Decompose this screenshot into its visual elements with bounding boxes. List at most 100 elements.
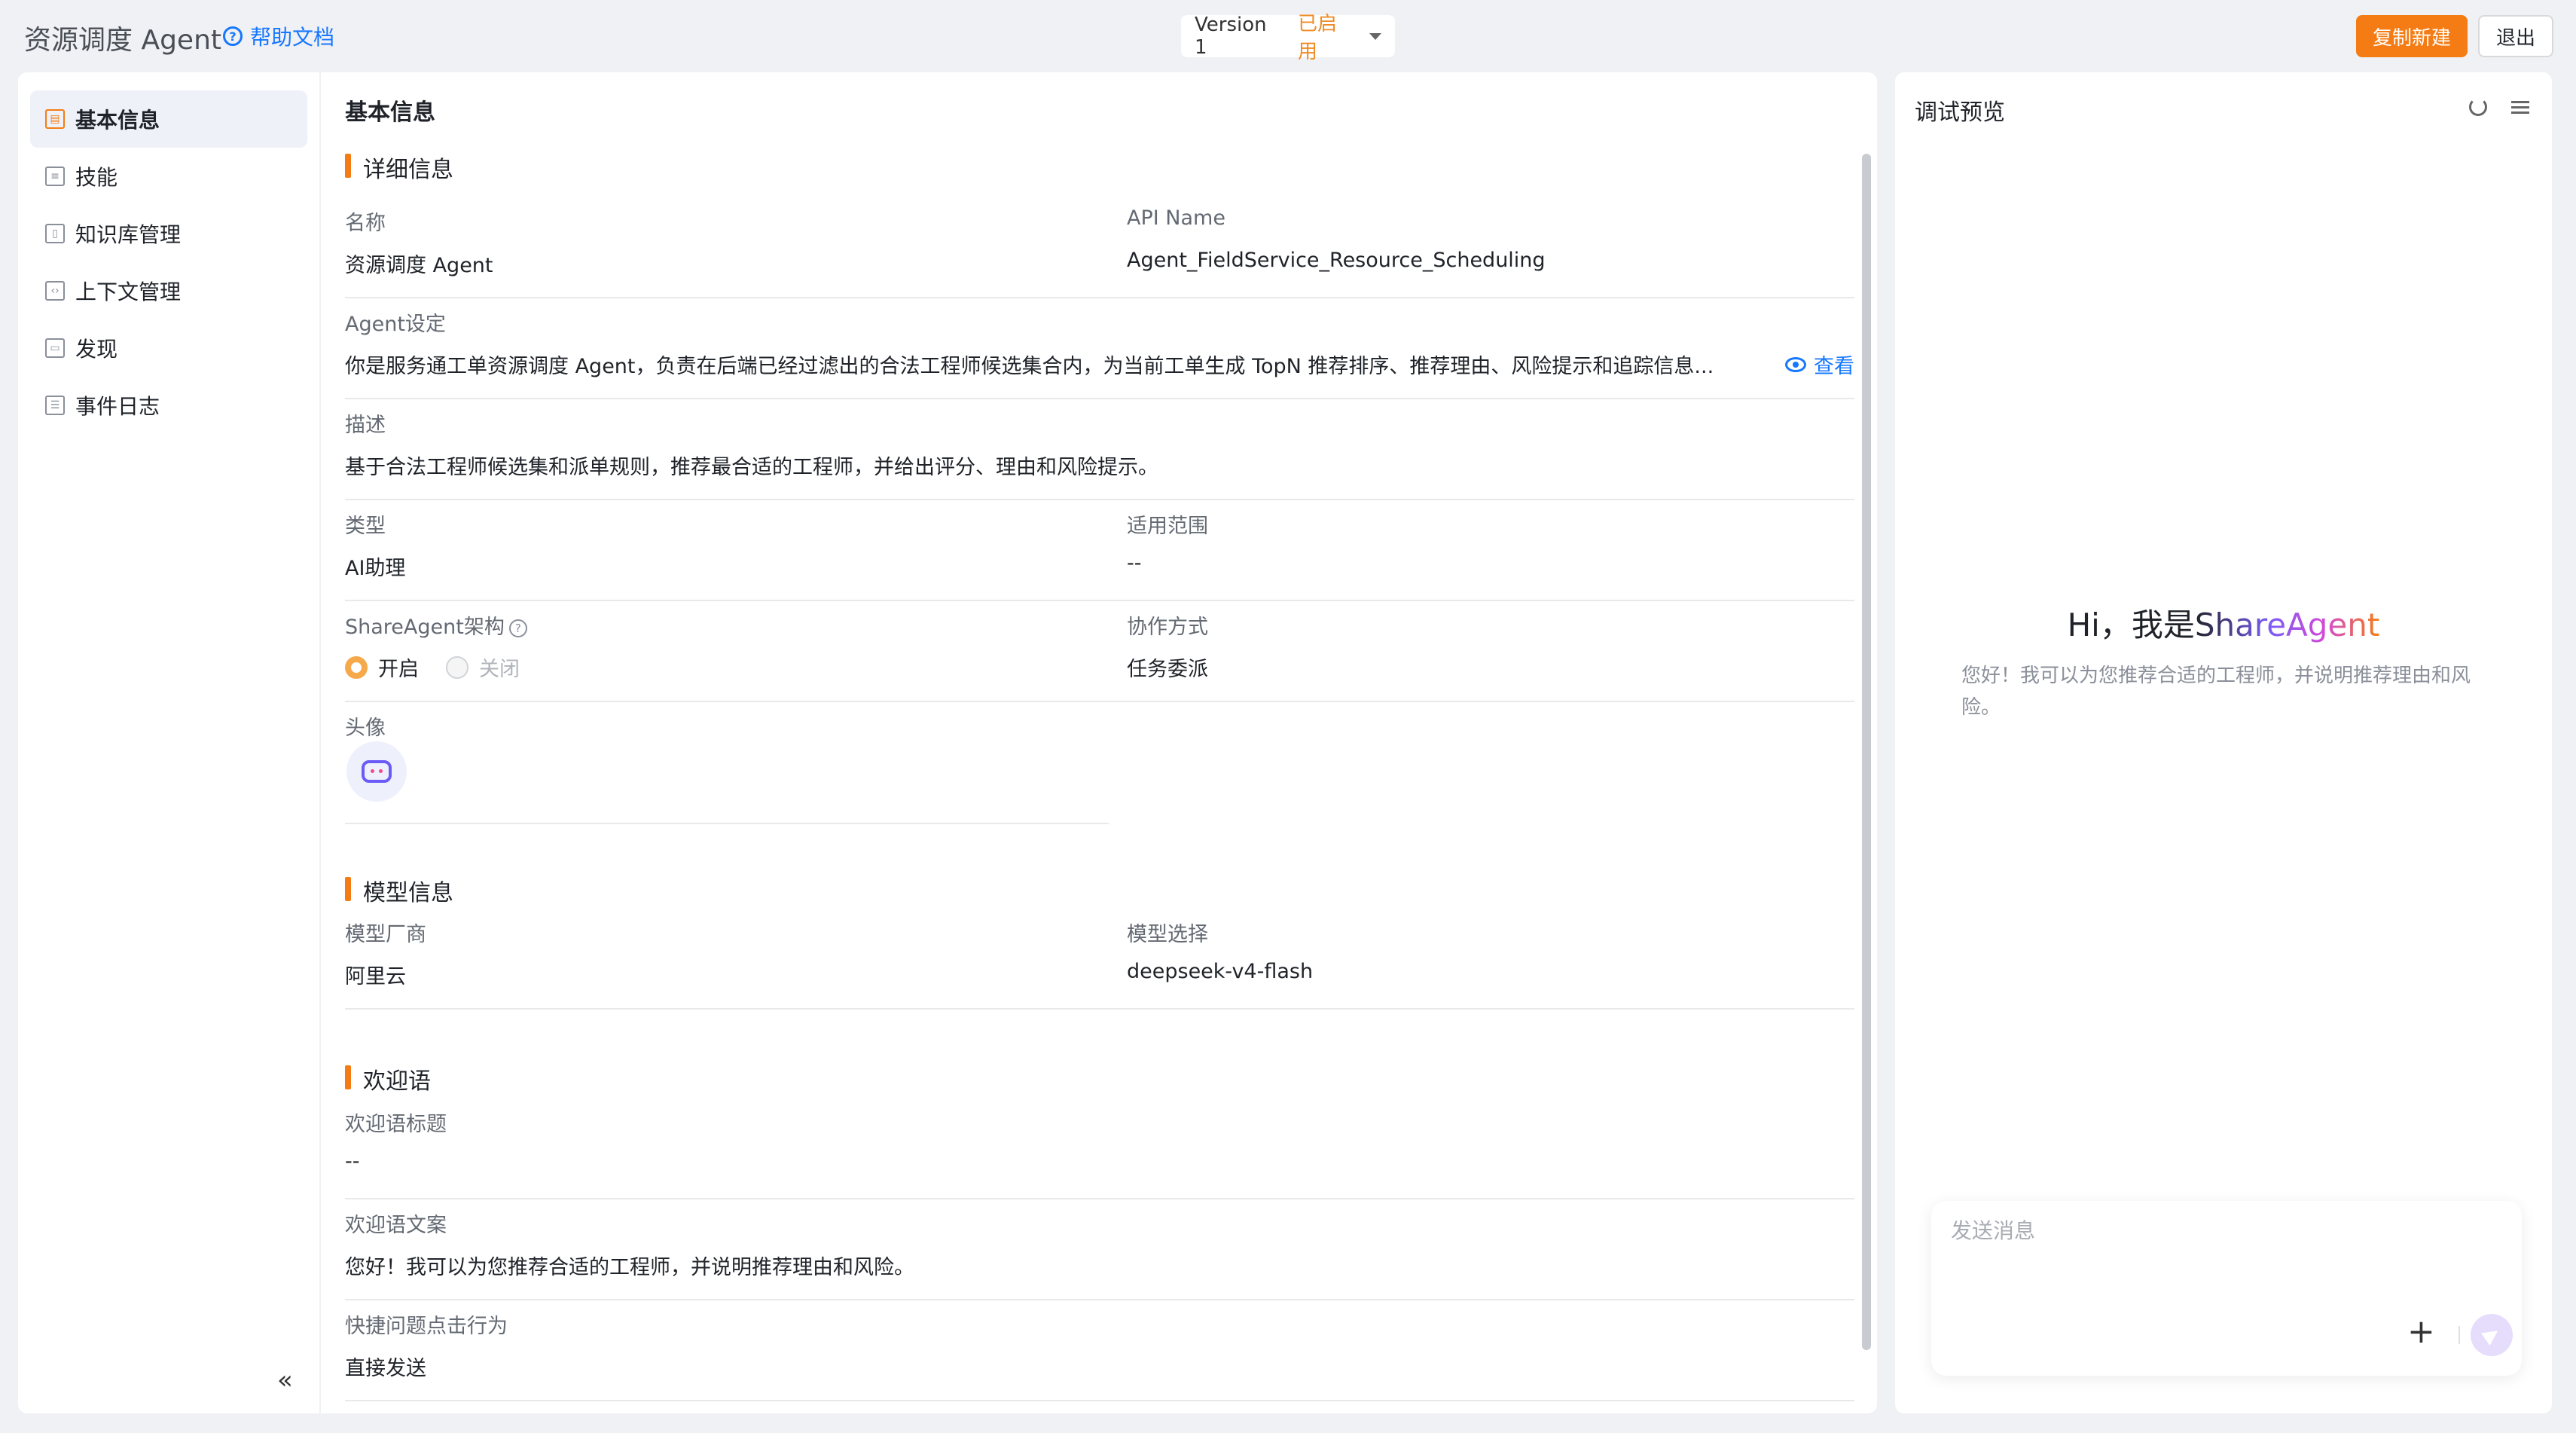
sliders-icon[interactable]: [2511, 98, 2529, 116]
eye-icon: [1785, 356, 1806, 372]
message-input[interactable]: [1951, 1215, 2501, 1305]
share-agent-arch-field: ShareAgent架构? 开启 关闭: [345, 603, 1109, 702]
top-bar: 资源调度 Agent ? 帮助文档 Version 1 已启用 复制新建 退出: [0, 0, 2576, 72]
refresh-icon[interactable]: [2469, 98, 2487, 116]
sidebar-item-label: 事件日志: [75, 394, 160, 419]
field-value: deepseek-v4-flash: [1127, 960, 1314, 983]
sidebar-item-label: 技能: [75, 165, 118, 190]
field-label: 模型厂商: [345, 923, 426, 946]
greeting-prefix: Hi，我是: [2067, 607, 2195, 643]
copy-new-button[interactable]: 复制新建: [2356, 15, 2468, 57]
api-name-field: API Name Agent_FieldService_Resource_Sch…: [1109, 199, 1854, 298]
view-label: 查看: [1814, 355, 1854, 378]
name-field: 名称 资源调度 Agent: [345, 199, 1109, 298]
field-value: --: [345, 1150, 360, 1173]
sidebar-item-label: 上下文管理: [75, 280, 182, 304]
avatar[interactable]: [346, 741, 407, 802]
scope-field: 适用范围 --: [1109, 502, 1854, 601]
greeting-brand: ShareAgent: [2194, 607, 2380, 643]
description-field: 描述 基于合法工程师候选集和派单规则，推荐最合适的工程师，并给出评分、理由和风险…: [345, 401, 1854, 500]
field-value: Agent_FieldService_Resource_Scheduling: [1127, 249, 1546, 272]
field-label: 快捷问题点击行为: [345, 1315, 508, 1338]
collapse-sidebar-icon[interactable]: «: [277, 1365, 293, 1395]
sidebar: ▤ 基本信息 ≡ 技能 ▯ 知识库管理 ‹› 上下文管理 ▭ 发现 ☰ 事件日志…: [18, 72, 319, 1413]
radio-label: 关闭: [479, 658, 520, 681]
sidebar-item-skills[interactable]: ≡ 技能: [30, 148, 307, 205]
model-select-field: 模型选择 deepseek-v4-flash: [1109, 910, 1854, 1010]
sidebar-item-discover[interactable]: ▭ 发现: [30, 319, 307, 377]
form-icon: ▤: [45, 109, 65, 129]
field-label: 类型: [345, 515, 386, 538]
sidebar-item-knowledge[interactable]: ▯ 知识库管理: [30, 205, 307, 262]
greeting-subtitle: 您好！我可以为您推荐合适的工程师，并说明推荐理由和风险。: [1961, 665, 2471, 719]
sidebar-item-label: 知识库管理: [75, 222, 182, 247]
field-value: 你是服务通工单资源调度 Agent，负责在后端已经过滤出的合法工程师候选集合内，…: [345, 355, 1714, 378]
plus-icon[interactable]: +: [2407, 1315, 2435, 1349]
collaboration-field: 协作方式 任务委派: [1109, 603, 1854, 702]
version-select[interactable]: Version 1 已启用: [1181, 13, 1395, 63]
version-status-badge: 已启用: [1297, 13, 1337, 63]
field-label: 头像: [345, 716, 386, 740]
preview-title: 调试预览: [1915, 99, 2005, 126]
divider: [2458, 1326, 2460, 1344]
radio-label: 开启: [378, 658, 419, 681]
agent-setting-field: Agent设定 你是服务通工单资源调度 Agent，负责在后端已经过滤出的合法工…: [345, 300, 1854, 399]
type-field: 类型 AI助理: [345, 502, 1109, 601]
send-icon: [2481, 1325, 2502, 1346]
section-title-details: 详细信息: [345, 151, 453, 184]
sidebar-item-basic-info[interactable]: ▤ 基本信息: [30, 90, 307, 148]
section-title-welcome: 欢迎语: [345, 1062, 431, 1095]
field-value: 资源调度 Agent: [345, 254, 493, 277]
version-label: Version 1: [1195, 14, 1267, 59]
help-docs-label: 帮助文档: [250, 25, 335, 50]
field-label: ShareAgent架构?: [345, 610, 527, 640]
send-button[interactable]: [2471, 1314, 2513, 1356]
view-setting-link[interactable]: 查看: [1785, 350, 1854, 379]
section-title-model: 模型信息: [345, 874, 453, 907]
caret-down-icon: [1369, 32, 1381, 40]
field-label: 模型选择: [1127, 923, 1208, 946]
sidebar-item-label: 发现: [75, 337, 118, 362]
arch-radio-off[interactable]: 关闭: [446, 652, 520, 682]
sidebar-item-event-log[interactable]: ☰ 事件日志: [30, 377, 307, 434]
log-icon: ☰: [45, 396, 65, 415]
sidebar-item-label: 基本信息: [75, 108, 160, 133]
page-title: 资源调度 Agent: [24, 25, 222, 56]
code-icon: ‹›: [45, 281, 65, 301]
help-docs-link[interactable]: ? 帮助文档: [223, 21, 334, 51]
sidebar-item-context[interactable]: ‹› 上下文管理: [30, 262, 307, 319]
robot-icon: [362, 760, 392, 783]
field-label: 适用范围: [1127, 515, 1208, 538]
question-circle-icon[interactable]: ?: [508, 619, 527, 637]
field-label: 协作方式: [1127, 616, 1208, 639]
avatar-field: 头像: [345, 704, 1109, 824]
arch-radio-on[interactable]: 开启: [345, 652, 419, 682]
box-icon: ▭: [45, 338, 65, 358]
exit-button[interactable]: 退出: [2478, 15, 2553, 57]
field-value: 您好！我可以为您推荐合适的工程师，并说明推荐理由和风险。: [345, 1256, 914, 1279]
field-value: --: [1127, 552, 1142, 575]
radio-circle: [345, 655, 368, 679]
field-label: API Name: [1127, 206, 1225, 230]
welcome-title-field: 欢迎语标题 --: [345, 1100, 1854, 1199]
welcome-text-field: 欢迎语文案 您好！我可以为您推荐合适的工程师，并说明推荐理由和风险。: [345, 1201, 1854, 1300]
help-circle-icon: ?: [223, 26, 243, 46]
chat-composer: +: [1931, 1201, 2522, 1376]
basic-info-panel: 基本信息 详细信息 名称 资源调度 Agent API Name Agent_F…: [321, 72, 1877, 1413]
field-value: 任务委派: [1127, 658, 1208, 681]
model-vendor-field: 模型厂商 阿里云: [345, 910, 1109, 1010]
book-icon: ▯: [45, 224, 65, 243]
field-value: 阿里云: [345, 965, 406, 988]
field-label: Agent设定: [345, 313, 446, 336]
quick-question-action-field: 快捷问题点击行为 直接发送: [345, 1302, 1854, 1401]
field-label: 欢迎语标题: [345, 1113, 447, 1136]
field-value: 基于合法工程师候选集和派单规则，推荐最合适的工程师，并给出评分、理由和风险提示。: [345, 456, 1158, 479]
list-icon: ≡: [45, 167, 65, 186]
field-label: 名称: [345, 212, 386, 235]
greeting-title: Hi，我是ShareAgent: [1895, 600, 2552, 646]
scrollbar[interactable]: [1862, 154, 1871, 1350]
field-value: 直接发送: [345, 1357, 426, 1380]
debug-preview-panel: 调试预览 Hi，我是ShareAgent 您好！我可以为您推荐合适的工程师，并说…: [1895, 72, 2552, 1413]
arch-label: ShareAgent架构: [345, 616, 505, 639]
field-label: 欢迎语文案: [345, 1214, 447, 1237]
